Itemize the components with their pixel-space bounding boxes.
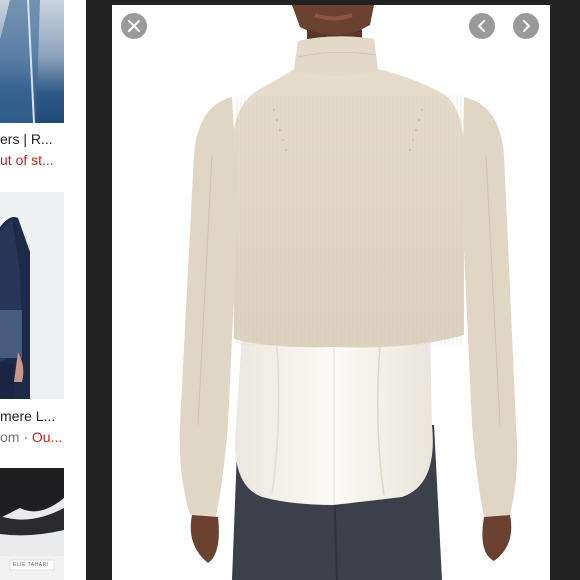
result-thumbnail-3[interactable]: ELIE TAHARI	[0, 468, 64, 580]
result-source-1[interactable]: ut of st...	[0, 152, 86, 168]
result-source-stock: Ou...	[31, 429, 63, 445]
next-image-button[interactable]	[513, 13, 539, 39]
result-title-1[interactable]: ers | R...	[0, 131, 86, 147]
preview-image-frame[interactable]	[112, 5, 550, 580]
result-source-domain: om ·	[0, 429, 32, 445]
chevron-right-icon	[523, 20, 530, 32]
image-viewer	[86, 0, 580, 580]
result-source-2[interactable]: om · Ou...	[0, 429, 86, 445]
result-thumbnail-1[interactable]	[0, 0, 64, 123]
close-button[interactable]	[121, 13, 147, 39]
previous-image-button[interactable]	[469, 13, 495, 39]
close-icon	[128, 20, 140, 32]
blue-jacket-image	[0, 0, 40, 123]
sweater-product-photo	[112, 5, 550, 580]
result-title-2[interactable]: mere L...	[0, 408, 86, 424]
brand-label: ELIE TAHARI	[13, 562, 49, 568]
navy-cardigan-image	[0, 217, 30, 399]
chevron-left-icon	[478, 20, 485, 32]
result-thumbnail-2[interactable]	[0, 192, 64, 399]
search-results-strip: ers | R... ut of st... mere L... om · Ou…	[0, 0, 86, 580]
